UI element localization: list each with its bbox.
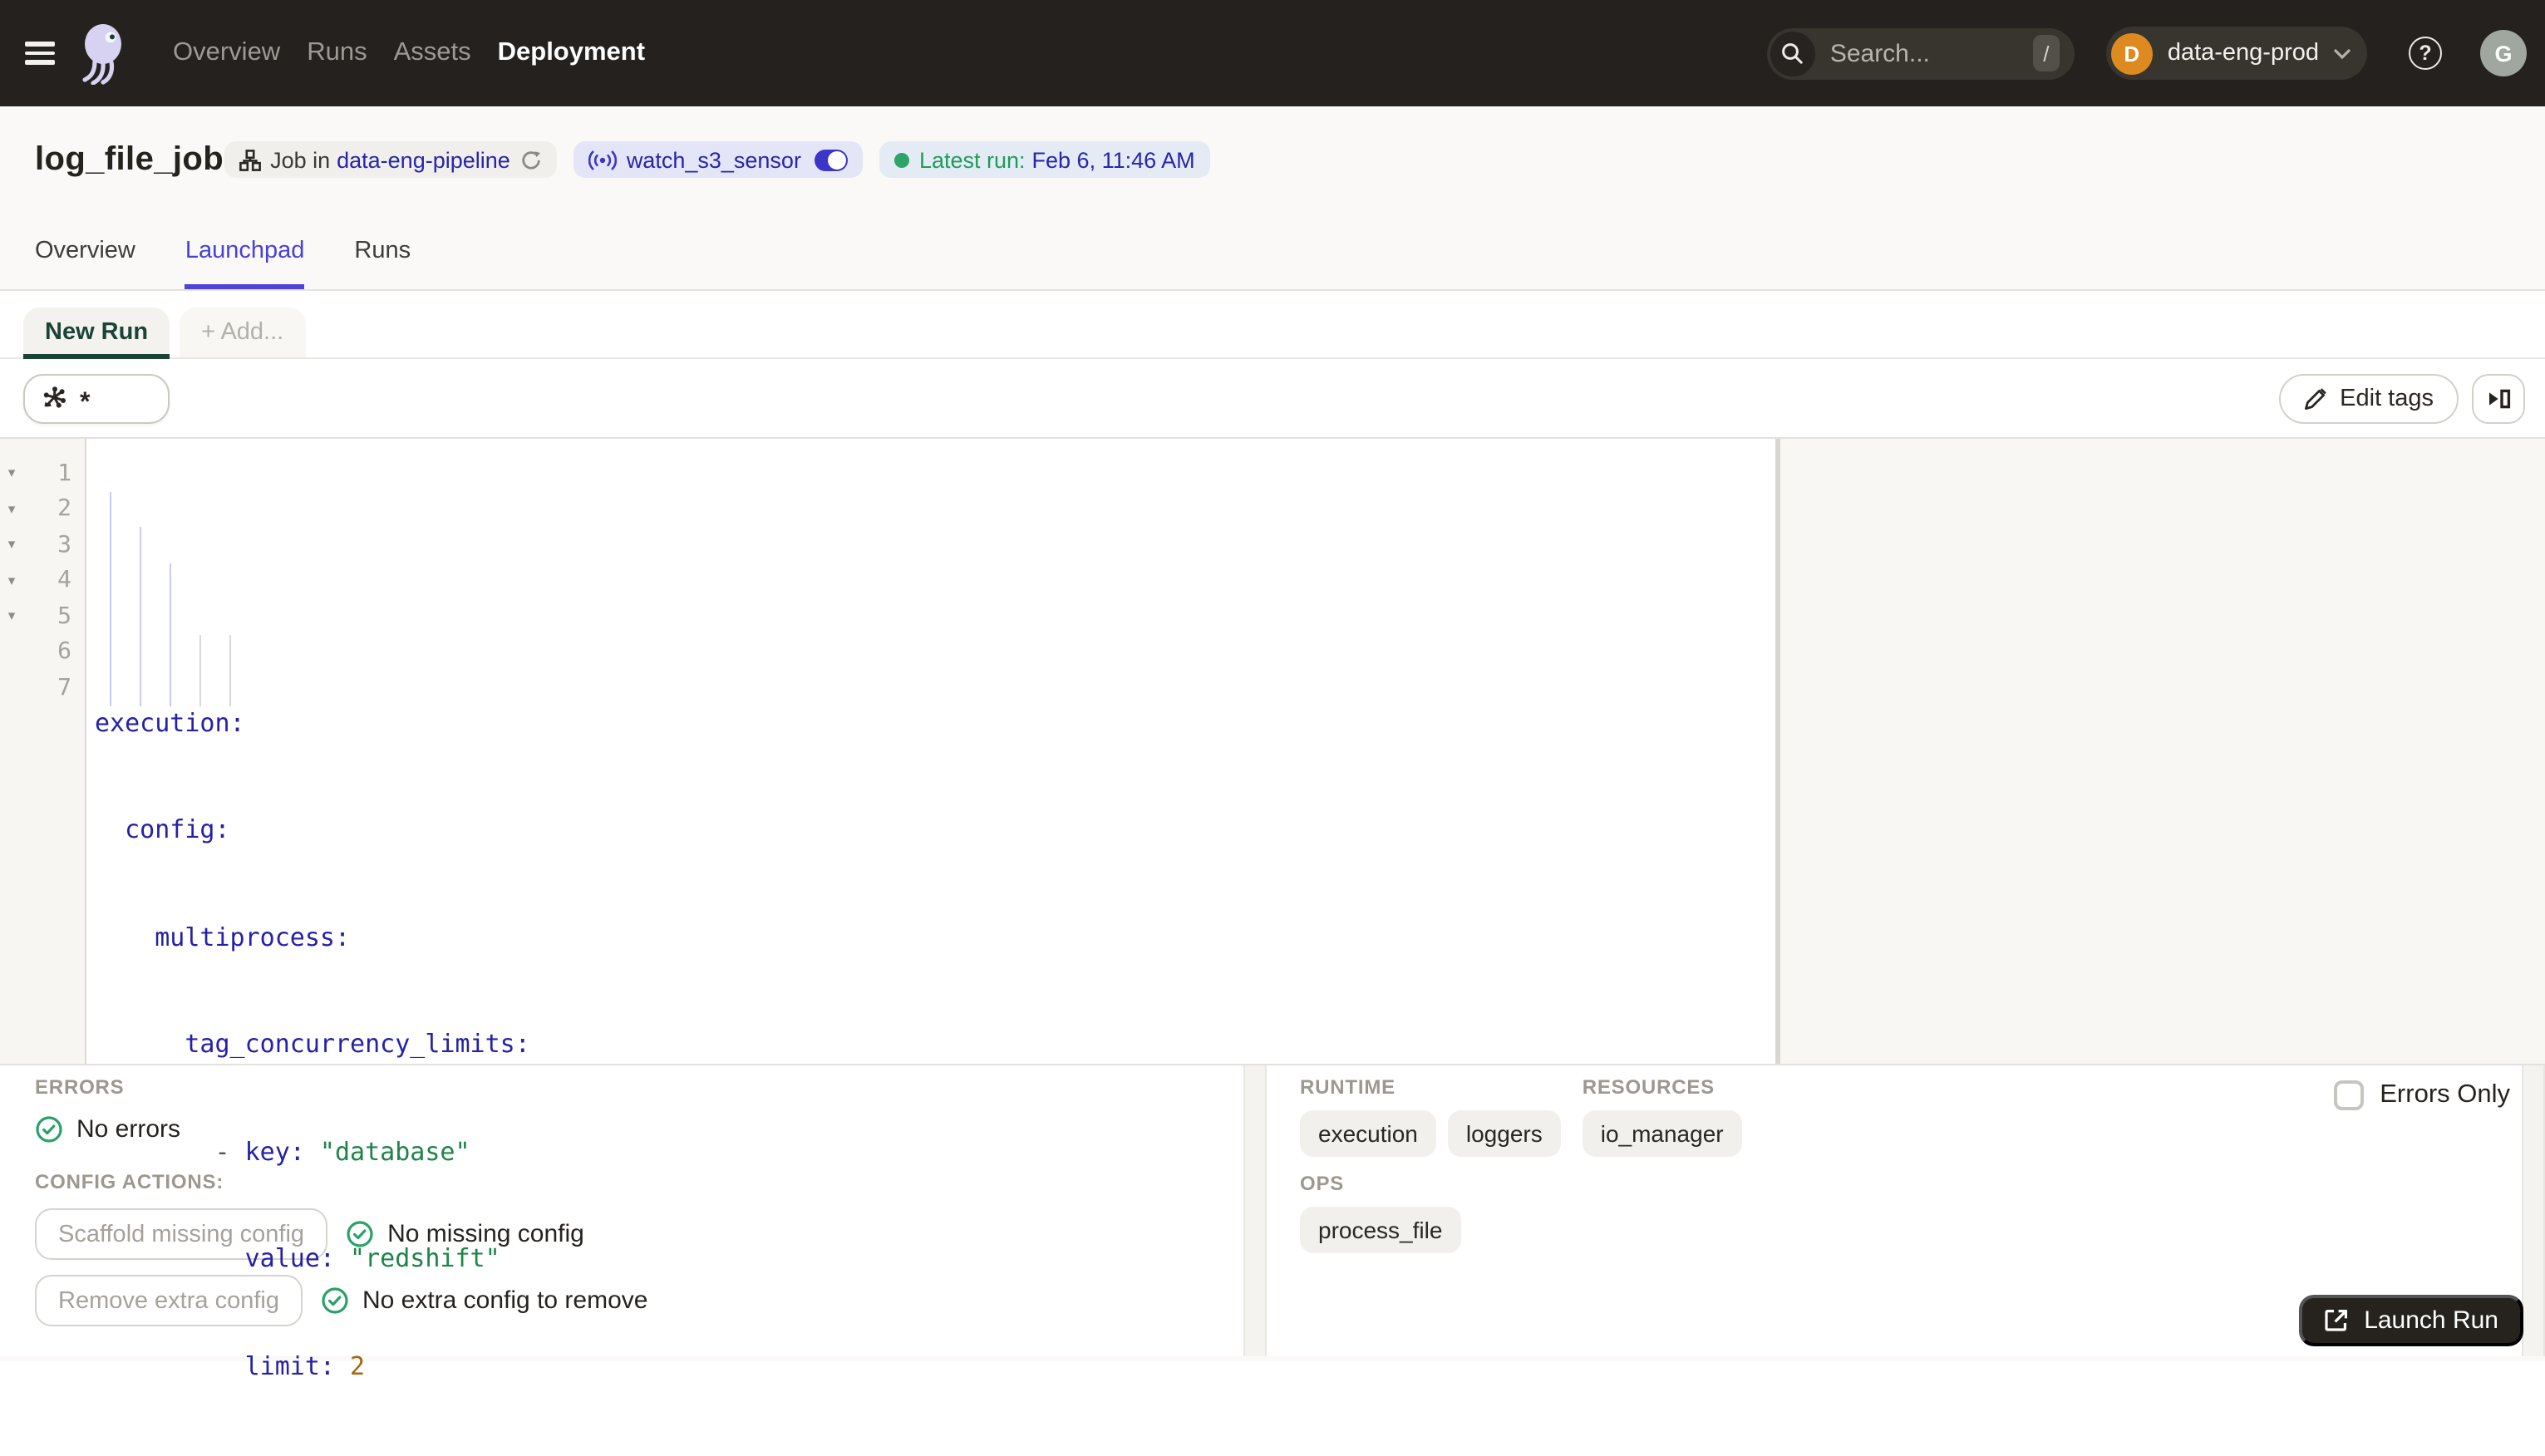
latest-run-badge: Latest run: Feb 6, 11:46 AM: [879, 141, 1210, 178]
code-line: config:: [95, 814, 230, 844]
line-number: 3: [57, 531, 71, 558]
latest-run-link[interactable]: Feb 6, 11:46 AM: [1032, 147, 1195, 172]
sensor-badge: watch_s3_sensor: [573, 141, 863, 178]
job-graph-icon: [239, 149, 260, 170]
help-icon[interactable]: ?: [2409, 37, 2442, 70]
op-selector-input[interactable]: *: [23, 374, 170, 424]
check-circle-icon: [36, 1116, 62, 1143]
line-number: 5: [57, 603, 71, 630]
search-shortcut-key: /: [2032, 35, 2060, 71]
errors-only-checkbox[interactable]: [2333, 1080, 2364, 1110]
op-tag[interactable]: process_file: [1300, 1207, 1461, 1253]
resource-tag[interactable]: io_manager: [1582, 1110, 1742, 1157]
search-placeholder: Search...: [1829, 39, 1930, 67]
dagster-app: Overview Runs Assets Deployment Search..…: [0, 0, 2545, 1380]
reload-icon[interactable]: [520, 149, 542, 170]
tab-runs[interactable]: Runs: [354, 213, 411, 289]
header-badges: Job in data-eng-pipeline watch_s3_sensor…: [224, 141, 1210, 178]
repo-link[interactable]: data-eng-pipeline: [337, 147, 510, 172]
nav-item-runs[interactable]: Runs: [307, 38, 367, 68]
job-badge-prefix: Job in: [270, 147, 331, 172]
menu-icon[interactable]: [25, 42, 55, 65]
search-input[interactable]: Search... /: [1766, 27, 2075, 79]
runtime-tag[interactable]: execution: [1300, 1110, 1436, 1157]
editor-right-pane[interactable]: [1775, 439, 2545, 1064]
launch-run-label: Launch Run: [2364, 1306, 2498, 1335]
nav-item-overview[interactable]: Overview: [173, 38, 280, 68]
resources-section: RESOURCES io_manager: [1582, 1075, 1742, 1157]
runtime-tag[interactable]: loggers: [1447, 1110, 1561, 1157]
toggle-right-panel-button[interactable]: [2472, 374, 2525, 424]
code-line: execution:: [95, 707, 245, 737]
code-line: tag_concurrency_limits:: [95, 1029, 530, 1059]
tab-overview[interactable]: Overview: [35, 213, 135, 289]
page-header: log_file_job Job in data-eng-pipeline wa…: [0, 106, 2545, 213]
fold-icon[interactable]: ▾: [0, 607, 23, 626]
runtime-section: RUNTIME execution loggers: [1300, 1075, 1561, 1157]
pencil-icon: [2304, 388, 2326, 410]
scrollbar-gutter: [2522, 1065, 2545, 1356]
fold-icon[interactable]: ▾: [0, 465, 23, 483]
nav-item-assets[interactable]: Assets: [394, 38, 471, 68]
line-number: 4: [57, 567, 71, 594]
page-tabs: Overview Launchpad Runs: [0, 213, 2545, 291]
edit-tags-button[interactable]: Edit tags: [2278, 374, 2459, 424]
line-number: 6: [57, 638, 71, 666]
job-badge: Job in data-eng-pipeline: [224, 141, 557, 178]
nav-item-deployment[interactable]: Deployment: [498, 38, 645, 68]
top-nav: Overview Runs Assets Deployment Search..…: [0, 0, 2545, 106]
tab-launchpad[interactable]: Launchpad: [185, 213, 305, 289]
deployment-switcher[interactable]: D data-eng-prod: [2105, 27, 2367, 80]
ops-heading: OPS: [1300, 1172, 1345, 1195]
chevron-down-icon: [2334, 48, 2351, 59]
launch-icon: [2325, 1310, 2348, 1331]
config-tab-new-run[interactable]: New Run: [23, 307, 170, 359]
code-line: multiprocess:: [95, 922, 351, 952]
launchpad-section: New Run + Add... * Edit tags ▾ 1 ▾ 2 ▾ 3…: [0, 291, 2545, 1380]
run-status-dot: [893, 152, 909, 167]
fold-icon[interactable]: ▾: [0, 536, 23, 554]
fold-icon[interactable]: ▾: [0, 500, 23, 519]
edit-tags-label: Edit tags: [2340, 386, 2434, 412]
launchpad-toolbar: * Edit tags: [0, 359, 2545, 437]
launch-run-button[interactable]: Launch Run: [2299, 1295, 2523, 1346]
deployment-name: data-eng-prod: [2167, 40, 2319, 66]
line-number: 2: [57, 495, 71, 523]
latest-run-prefix: Latest run:: [918, 147, 1026, 172]
errors-only-toggle[interactable]: Errors Only: [2333, 1080, 2510, 1110]
yaml-editor-content[interactable]: execution: config: multiprocess: tag_con…: [86, 439, 1775, 1380]
errors-only-label: Errors Only: [2380, 1080, 2510, 1109]
ops-section: OPS process_file: [1300, 1172, 2522, 1253]
launchpad-config-tabs: New Run + Add...: [0, 291, 2545, 359]
sensor-link[interactable]: watch_s3_sensor: [627, 147, 801, 172]
search-icon: [1770, 31, 1815, 76]
deployment-initial-badge: D: [2110, 32, 2153, 74]
editor-gutter: ▾ 1 ▾ 2 ▾ 3 ▾ 4 ▾ 5 6 7: [0, 439, 86, 1064]
sensor-icon: [588, 150, 617, 170]
fold-icon[interactable]: ▾: [0, 572, 23, 590]
user-avatar[interactable]: G: [2480, 30, 2527, 76]
page-title: log_file_job: [35, 140, 224, 177]
line-number: 1: [57, 460, 71, 487]
op-graph-icon: [43, 386, 66, 408]
sensor-toggle[interactable]: [814, 149, 848, 170]
line-number: 7: [57, 674, 71, 701]
config-tab-add[interactable]: + Add...: [180, 307, 306, 357]
primary-nav: Overview Runs Assets Deployment: [173, 38, 645, 68]
runtime-heading: RUNTIME: [1300, 1075, 1396, 1099]
config-editor: ▾ 1 ▾ 2 ▾ 3 ▾ 4 ▾ 5 6 7 execution: config: mu…: [0, 437, 2545, 1380]
resources-heading: RESOURCES: [1582, 1075, 1715, 1099]
op-selector-value: *: [80, 389, 91, 417]
dagster-logo-icon[interactable]: [76, 22, 133, 85]
expand-panel-icon: [2488, 389, 2510, 409]
